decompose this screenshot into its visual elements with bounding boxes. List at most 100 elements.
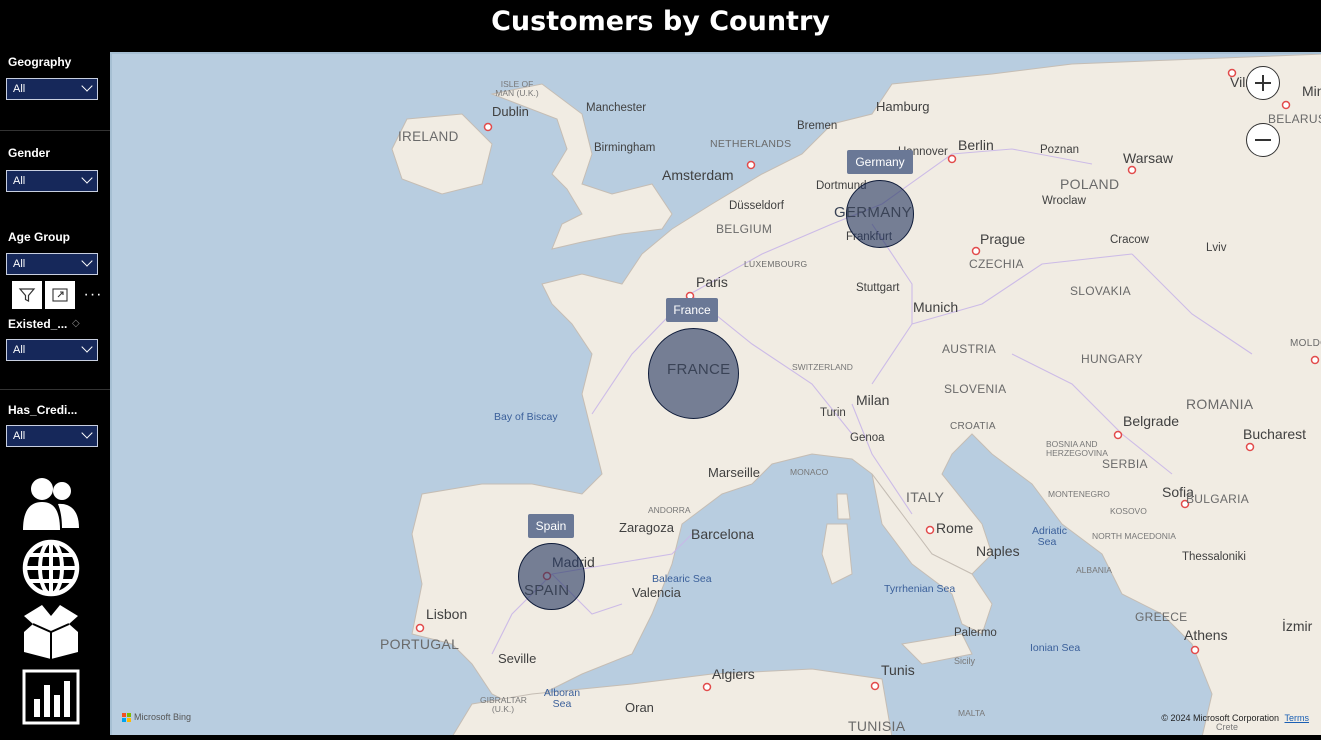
country-label: NORTH MACEDONIA: [1092, 531, 1176, 541]
country-label: SPAIN: [524, 582, 570, 599]
divider: [0, 389, 110, 390]
age-group-dropdown[interactable]: All: [6, 253, 98, 275]
city-label: Oran: [625, 700, 654, 715]
country-label: MOLDOVA: [1290, 338, 1321, 349]
city-label: Athens: [1184, 627, 1228, 643]
gender-dropdown[interactable]: All: [6, 170, 98, 192]
chevron-down-icon: [81, 172, 93, 184]
country-label: PORTUGAL: [380, 636, 460, 652]
city-label: Turin: [820, 407, 846, 419]
bubble-tooltip-label: Spain: [528, 514, 574, 538]
box-icon[interactable]: [22, 602, 80, 660]
country-label: SERBIA: [1102, 457, 1148, 471]
zoom-in-icon[interactable]: [1246, 66, 1280, 100]
city-label: Zaragoza: [619, 520, 674, 535]
slicer-label: Age Group: [8, 230, 70, 244]
microsoft-logo-icon: [122, 712, 131, 722]
slicer-label: Geography: [8, 55, 72, 69]
city-label: Tunis: [881, 662, 915, 678]
sea-label: Alboran Sea: [543, 687, 581, 710]
city-label: Algiers: [712, 666, 755, 682]
sea-label: Ionian Sea: [1030, 642, 1081, 654]
city-label: Palermo: [954, 627, 997, 639]
bubble-tooltip-label: France: [666, 298, 718, 322]
country-label: IRELAND: [398, 129, 459, 144]
visual-header-toolbar: ···: [12, 281, 108, 309]
city-label: Naples: [976, 543, 1020, 559]
country-label: MONACO: [790, 467, 829, 477]
dropdown-value: All: [13, 430, 26, 442]
customers-icon[interactable]: [22, 473, 80, 531]
focus-mode-icon[interactable]: [45, 281, 75, 309]
city-label: Hamburg: [876, 99, 930, 114]
dropdown-value: All: [13, 83, 26, 95]
page-title: Customers by Country: [491, 6, 830, 37]
chevron-down-icon: [81, 255, 93, 267]
city-label: Bucharest: [1243, 426, 1307, 442]
city-label: Munich: [913, 299, 959, 315]
country-label: MONTENEGRO: [1048, 489, 1110, 499]
existed-dropdown[interactable]: All: [6, 339, 98, 361]
country-label: MALTA: [958, 708, 986, 718]
chevron-down-icon: [81, 427, 93, 439]
sea-label: Balearic Sea: [652, 573, 712, 585]
bar-chart-icon[interactable]: [22, 669, 80, 727]
country-label: HUNGARY: [1081, 352, 1143, 366]
divider: [0, 130, 110, 131]
city-label: Manchester: [586, 102, 647, 114]
dropdown-value: All: [13, 258, 26, 270]
sea-label: Adriatic Sea: [1032, 525, 1068, 548]
filter-icon[interactable]: [12, 281, 42, 309]
dropdown-value: All: [13, 175, 26, 187]
bing-map[interactable]: Dublin Manchester Birmingham Amsterdam H…: [110, 52, 1321, 735]
city-label: Poznan: [1040, 144, 1080, 156]
country-label: ANDORRA: [648, 505, 691, 515]
slicer-label: Has_Credi...: [8, 403, 78, 417]
country-label: SLOVENIA: [944, 382, 1007, 396]
data-bubble[interactable]: [518, 543, 585, 610]
city-label: Valencia: [632, 585, 681, 600]
zoom-out-icon[interactable]: [1246, 123, 1280, 157]
has-credit-dropdown[interactable]: All: [6, 425, 98, 447]
city-label: İzmir: [1282, 618, 1313, 634]
country-label: BOSNIA AND HERZEGOVINA: [1046, 439, 1108, 458]
city-label: Barcelona: [691, 526, 755, 542]
bubble-tooltip-label: Germany: [847, 150, 913, 174]
country-label: AUSTRIA: [942, 342, 997, 356]
chevron-down-icon: [81, 341, 93, 353]
slicer-label: Existed_...: [8, 317, 68, 331]
dropdown-value: All: [13, 344, 26, 356]
country-label: BELARUS: [1268, 112, 1321, 126]
city-label: Sicily: [954, 656, 976, 666]
country-label: BULGARIA: [1186, 492, 1250, 506]
city-label: Genoa: [850, 432, 885, 444]
country-label: TUNISIA: [848, 718, 906, 734]
country-label: ALBANIA: [1076, 565, 1112, 575]
more-options-icon[interactable]: ···: [78, 281, 108, 309]
city-label: Milan: [856, 392, 890, 408]
geography-dropdown[interactable]: All: [6, 78, 98, 100]
city-label: Cracow: [1110, 234, 1149, 246]
clear-selections-icon[interactable]: ◇: [72, 318, 80, 329]
city-label: Lviv: [1206, 242, 1227, 254]
chevron-down-icon: [81, 80, 93, 92]
country-label: ITALY: [906, 489, 945, 505]
city-label: Seville: [498, 651, 537, 666]
country-label: ROMANIA: [1186, 396, 1254, 412]
terms-link[interactable]: Terms: [1285, 713, 1310, 723]
bing-attribution: Microsoft Bing: [122, 712, 191, 722]
city-label: Belgrade: [1123, 413, 1180, 429]
city-label: Warsaw: [1123, 150, 1174, 166]
city-label: Marseille: [708, 465, 761, 480]
city-label: Stuttgart: [856, 282, 900, 294]
country-label: LUXEMBOURG: [744, 259, 808, 269]
city-label: Berlin: [958, 137, 994, 153]
city-label: Minsk: [1302, 83, 1321, 99]
globe-icon[interactable]: [22, 539, 80, 597]
country-label: NETHERLANDS: [710, 138, 792, 150]
country-label: FRANCE: [667, 361, 731, 378]
copyright-text: © 2024 Microsoft Corporation: [1161, 713, 1279, 723]
country-label: GERMANY: [834, 204, 912, 221]
city-label: Crete: [1216, 722, 1239, 732]
city-label: Dublin: [492, 104, 529, 119]
